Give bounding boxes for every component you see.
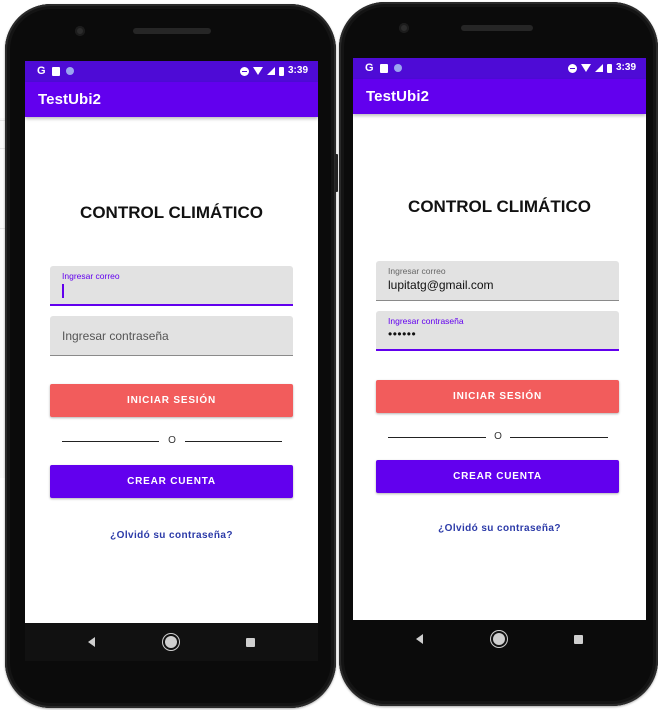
page-title: CONTROL CLIMÁTICO [408, 197, 591, 216]
cell-signal-icon [266, 67, 275, 75]
front-camera-icon [75, 26, 85, 36]
email-field-label: Ingresar correo [388, 266, 446, 276]
email-value: lupitatg@gmail.com [388, 278, 494, 292]
divider-line-right [510, 437, 608, 438]
text-cursor [62, 284, 64, 298]
circle-notification-icon [393, 64, 402, 72]
screen: G 3:39 TestUbi2 CONTROL CLIMÁTICO Ingres… [25, 61, 318, 661]
email-field[interactable]: Ingresar correo lupitatg@gmail.com [376, 261, 619, 301]
recent-apps-icon[interactable] [574, 635, 583, 644]
phone-left: G 3:39 TestUbi2 CONTROL CLIMÁTICO Ingres… [5, 4, 338, 708]
sd-card-icon [51, 66, 60, 76]
do-not-disturb-icon [567, 63, 577, 73]
sd-card-icon [379, 63, 388, 73]
wifi-icon [252, 67, 263, 75]
speaker-grille [133, 28, 211, 34]
login-button[interactable]: INICIAR SESIÓN [376, 380, 619, 413]
speaker-grille [461, 25, 533, 31]
password-value: •••••• [388, 327, 417, 341]
app-bar: TestUbi2 [353, 79, 646, 114]
page-title: CONTROL CLIMÁTICO [80, 203, 263, 222]
email-field-label: Ingresar correo [62, 271, 120, 281]
home-icon[interactable] [493, 633, 505, 645]
screen: G 3:39 TestUbi2 CONTROL CLIMÁTICO Ingres… [353, 58, 646, 620]
login-button[interactable]: INICIAR SESIÓN [50, 384, 293, 417]
battery-icon [606, 63, 612, 73]
forgot-password-link[interactable]: ¿Olvidó su contraseña? [25, 530, 318, 541]
back-icon[interactable] [88, 637, 95, 647]
google-g-icon: G [37, 65, 46, 77]
google-g-icon: G [365, 62, 374, 74]
app-bar: TestUbi2 [25, 82, 318, 117]
status-time: 3:39 [287, 65, 308, 76]
home-icon[interactable] [165, 636, 177, 648]
wifi-icon [580, 64, 591, 72]
navigation-bar [353, 620, 646, 658]
status-bar: G 3:39 [353, 58, 646, 79]
password-field-label: Ingresar contraseña [388, 316, 464, 326]
or-divider: O [388, 431, 608, 442]
recent-apps-icon[interactable] [246, 638, 255, 647]
status-bar: G 3:39 [25, 61, 318, 82]
circle-notification-icon [65, 67, 74, 75]
divider-text: O [494, 431, 502, 442]
divider-line-left [62, 441, 159, 442]
password-field[interactable]: Ingresar contraseña [50, 316, 293, 356]
battery-icon [278, 66, 284, 76]
password-placeholder: Ingresar contraseña [62, 329, 169, 343]
cell-signal-icon [594, 64, 603, 72]
password-field[interactable]: Ingresar contraseña •••••• [376, 311, 619, 351]
do-not-disturb-icon [239, 66, 249, 76]
forgot-password-link[interactable]: ¿Olvidó su contraseña? [353, 523, 646, 534]
divider-text: O [168, 435, 176, 446]
phone-right: G 3:39 TestUbi2 CONTROL CLIMÁTICO Ingres… [339, 2, 658, 706]
status-time: 3:39 [615, 62, 636, 73]
create-account-button[interactable]: CREAR CUENTA [376, 460, 619, 493]
front-camera-icon [399, 23, 409, 33]
app-title: TestUbi2 [366, 88, 430, 105]
create-account-button[interactable]: CREAR CUENTA [50, 465, 293, 498]
or-divider: O [62, 435, 282, 446]
email-field[interactable]: Ingresar correo [50, 266, 293, 306]
back-icon[interactable] [416, 634, 423, 644]
power-button [335, 154, 338, 192]
navigation-bar [25, 623, 318, 661]
divider-line-left [388, 437, 486, 438]
divider-line-right [185, 441, 282, 442]
app-title: TestUbi2 [38, 91, 102, 108]
